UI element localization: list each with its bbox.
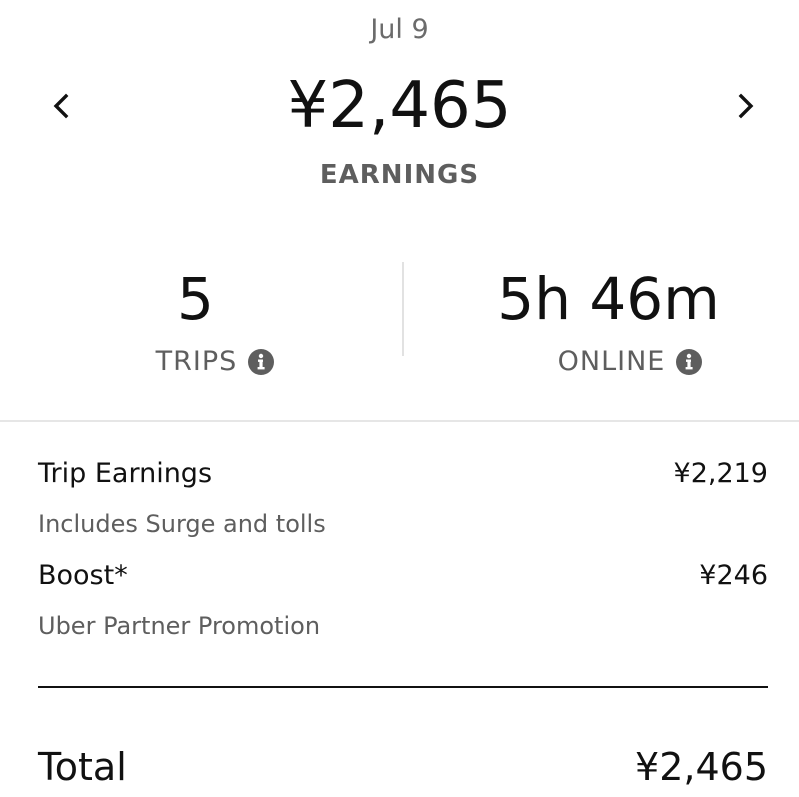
earnings-label: EARNINGS bbox=[319, 160, 480, 190]
breakdown-row[interactable]: Trip Earnings ¥2,219 bbox=[38, 452, 768, 502]
boost-label: Boost* bbox=[38, 560, 128, 591]
chevron-right-icon bbox=[738, 93, 754, 119]
total-value: ¥2,465 bbox=[635, 745, 768, 789]
online-stat: 5h 46m ONLINE bbox=[404, 240, 799, 410]
next-day-button[interactable] bbox=[724, 84, 768, 128]
info-icon[interactable] bbox=[247, 348, 275, 376]
total-divider bbox=[38, 686, 768, 688]
breakdown-row[interactable]: Boost* ¥246 bbox=[38, 554, 768, 604]
total-label: Total bbox=[38, 745, 127, 789]
online-label-row: ONLINE bbox=[431, 346, 799, 377]
earnings-amount: ¥2,465 bbox=[287, 69, 512, 143]
trips-stat: 5 TRIPS bbox=[0, 240, 399, 410]
boost-value: ¥246 bbox=[699, 560, 768, 591]
trips-label: TRIPS bbox=[155, 346, 238, 377]
date-label: Jul 9 bbox=[370, 14, 429, 45]
total-row: Total ¥2,465 bbox=[38, 740, 768, 794]
info-icon[interactable] bbox=[675, 348, 703, 376]
online-label: ONLINE bbox=[557, 346, 666, 377]
online-value: 5h 46m bbox=[497, 265, 720, 333]
section-divider bbox=[0, 420, 799, 422]
stats-section: 5 TRIPS 5h 46m ONLINE bbox=[0, 240, 799, 420]
trip-earnings-value: ¥2,219 bbox=[673, 458, 768, 489]
trip-earnings-note: Includes Surge and tolls bbox=[38, 510, 326, 538]
trips-value: 5 bbox=[177, 265, 214, 333]
earnings-breakdown: Trip Earnings ¥2,219 Includes Surge and … bbox=[38, 452, 768, 656]
boost-note: Uber Partner Promotion bbox=[38, 612, 321, 640]
earnings-header: Jul 9 ¥2,465 EARNINGS bbox=[0, 0, 799, 230]
trip-earnings-label: Trip Earnings bbox=[38, 458, 213, 489]
trips-label-row: TRIPS bbox=[16, 346, 415, 377]
